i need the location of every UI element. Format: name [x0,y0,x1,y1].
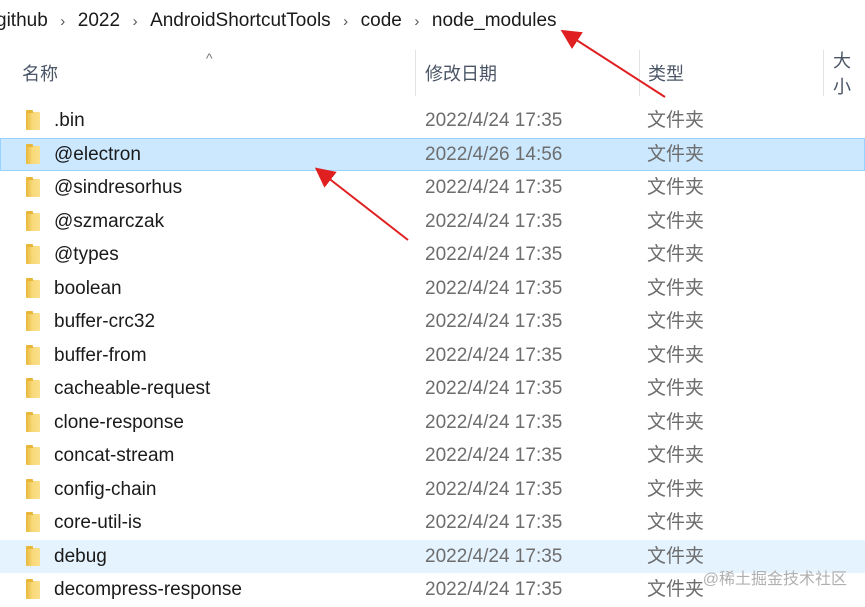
folder-icon [26,110,40,130]
file-type: 文件夹 [647,512,705,533]
file-name: .bin [54,110,85,131]
folder-icon [26,378,40,398]
file-name: cacheable-request [54,378,211,399]
column-divider[interactable] [415,50,416,96]
folder-icon [26,244,40,264]
file-modified-date: 2022/4/24 17:35 [425,177,563,198]
column-header-name[interactable]: 名称 [22,50,58,96]
file-row[interactable]: boolean 2022/4/24 17:35 文件夹 [0,272,865,306]
file-name: buffer-crc32 [54,311,156,332]
file-row[interactable]: clone-response 2022/4/24 17:35 文件夹 [0,406,865,440]
file-type: 文件夹 [647,210,705,232]
breadcrumb-item-node-modules[interactable]: node_modules [426,10,563,32]
file-type: 文件夹 [647,445,705,466]
column-divider[interactable] [639,50,640,96]
folder-icon [26,344,40,365]
file-modified-date: 2022/4/24 17:35 [425,244,563,265]
column-header-date[interactable]: 修改日期 [425,50,497,96]
file-row[interactable]: @sindresorhus 2022/4/24 17:35 文件夹 [0,171,865,205]
file-type: 文件夹 [647,277,705,299]
chevron-right-icon[interactable]: › [126,13,144,30]
file-type: 文件夹 [647,545,705,567]
file-modified-date: 2022/4/24 17:35 [425,344,563,366]
breadcrumb-item-github[interactable]: github [0,10,54,32]
file-modified-date: 2022/4/26 14:56 [425,143,563,165]
sort-ascending-icon: ^ [206,50,213,66]
file-modified-date: 2022/4/24 17:35 [425,311,563,332]
folder-icon [26,512,40,532]
file-row[interactable]: core-util-is 2022/4/24 17:35 文件夹 [0,506,865,540]
chevron-right-icon[interactable]: › [408,13,426,30]
folder-icon [26,210,40,231]
file-list: .bin 2022/4/24 17:35 文件夹 @electron 2022/4/26… [0,104,865,607]
folder-icon [26,478,40,499]
file-type: 文件夹 [647,110,705,131]
column-header-size[interactable]: 大小 [833,50,865,97]
file-name: concat-stream [54,445,175,466]
file-row[interactable]: @szmarczak 2022/4/24 17:35 文件夹 [0,205,865,239]
file-modified-date: 2022/4/24 17:35 [425,545,563,567]
file-modified-date: 2022/4/24 17:35 [425,210,563,232]
folder-icon [26,545,40,566]
file-name: @szmarczak [54,210,165,232]
file-name: @sindresorhus [54,177,183,198]
file-name: clone-response [54,411,184,433]
chevron-right-icon[interactable]: › [337,13,355,30]
file-name: config-chain [54,478,157,500]
file-name: core-util-is [54,512,142,533]
breadcrumb: github › 2022 › AndroidShortcutTools › c… [0,0,865,42]
breadcrumb-item-2022[interactable]: 2022 [72,10,126,32]
file-row[interactable]: concat-stream 2022/4/24 17:35 文件夹 [0,439,865,473]
file-type: 文件夹 [647,579,705,600]
file-type: 文件夹 [647,311,705,332]
file-modified-date: 2022/4/24 17:35 [425,579,563,600]
column-header-type[interactable]: 类型 [648,50,684,96]
file-type: 文件夹 [647,411,705,433]
file-type: 文件夹 [647,244,705,265]
file-row[interactable]: config-chain 2022/4/24 17:35 文件夹 [0,473,865,507]
file-type: 文件夹 [647,478,705,500]
folder-icon [26,277,40,298]
folder-icon [26,411,40,432]
breadcrumb-item-code[interactable]: code [355,10,408,32]
folder-icon [26,445,40,465]
file-row[interactable]: buffer-from 2022/4/24 17:35 文件夹 [0,339,865,373]
file-row[interactable]: buffer-crc32 2022/4/24 17:35 文件夹 [0,305,865,339]
watermark: @稀土掘金技术社区 [702,571,847,588]
chevron-right-icon[interactable]: › [54,13,72,30]
breadcrumb-item-androidshortcuttools[interactable]: AndroidShortcutTools [144,10,337,32]
file-modified-date: 2022/4/24 17:35 [425,478,563,500]
file-name: buffer-from [54,344,147,366]
file-modified-date: 2022/4/24 17:35 [425,512,563,533]
file-row[interactable]: .bin 2022/4/24 17:35 文件夹 [0,104,865,138]
column-divider[interactable] [823,50,824,96]
file-name: decompress-response [54,579,242,600]
file-name: @types [54,244,119,265]
file-type: 文件夹 [647,143,705,165]
file-modified-date: 2022/4/24 17:35 [425,411,563,433]
file-type: 文件夹 [647,344,705,366]
file-row[interactable]: @types 2022/4/24 17:35 文件夹 [0,238,865,272]
file-row[interactable]: cacheable-request 2022/4/24 17:35 文件夹 [0,372,865,406]
file-modified-date: 2022/4/24 17:35 [425,277,563,299]
file-row[interactable]: @electron 2022/4/26 14:56 文件夹 [0,137,865,171]
folder-icon [26,143,40,164]
file-name: debug [54,545,107,567]
folder-icon [26,579,40,599]
file-name: @electron [54,143,141,165]
file-modified-date: 2022/4/24 17:35 [425,110,563,131]
folder-icon [26,311,40,331]
file-name: boolean [54,277,122,299]
file-type: 文件夹 [647,378,705,399]
file-modified-date: 2022/4/24 17:35 [425,445,563,466]
folder-icon [26,177,40,197]
file-type: 文件夹 [647,177,705,198]
column-header-bar: ^ 名称 修改日期 类型 大小 [0,50,865,97]
file-modified-date: 2022/4/24 17:35 [425,378,563,399]
